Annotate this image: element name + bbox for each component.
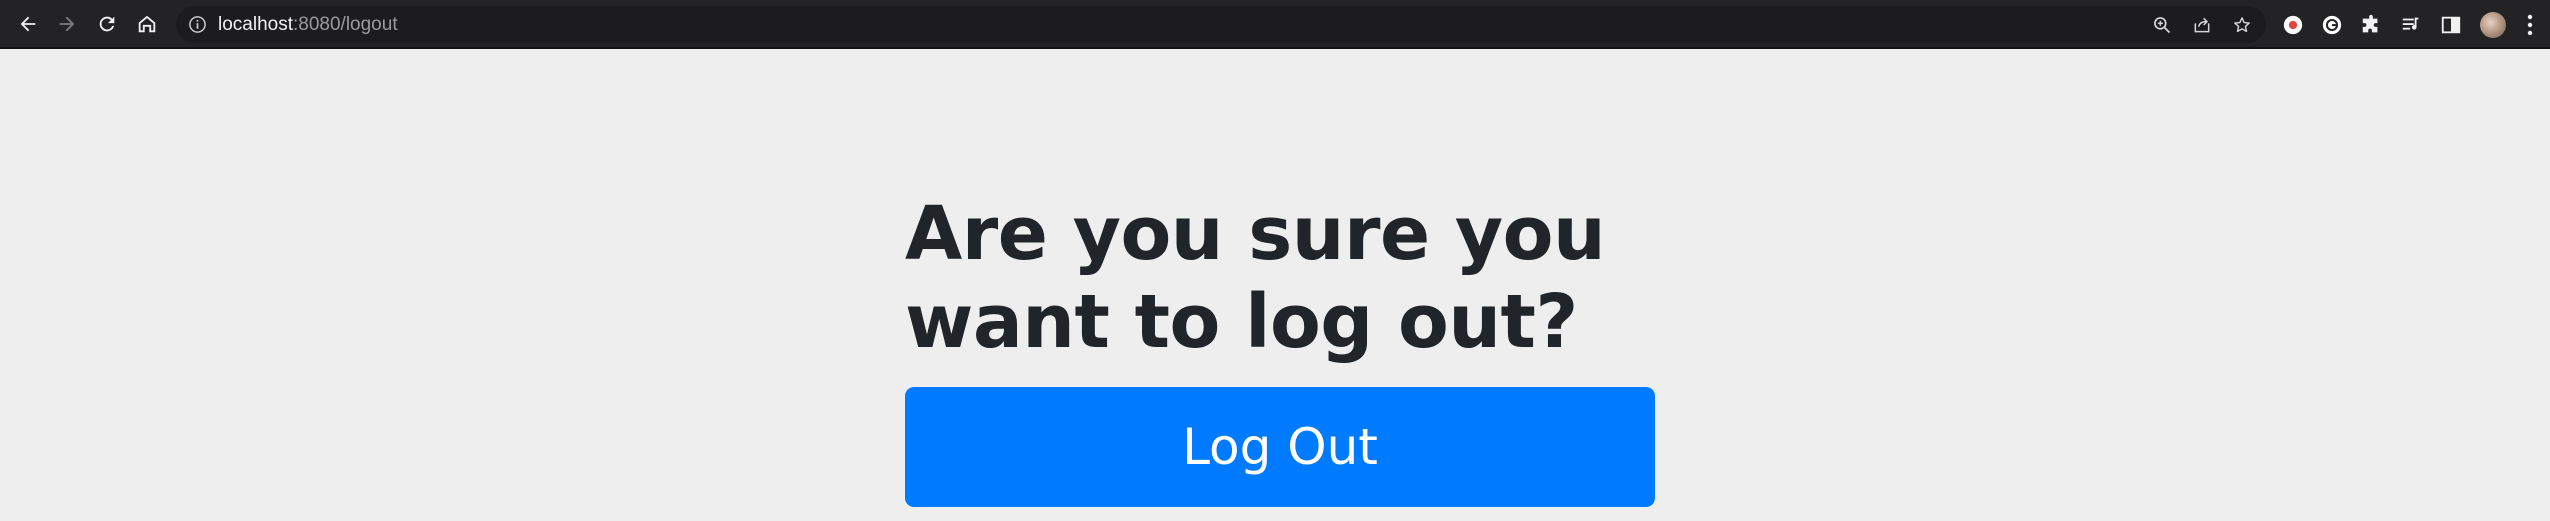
arrow-right-icon — [59, 16, 75, 32]
star-icon[interactable] — [2232, 15, 2252, 35]
browser-toolbar: localhost:8080/logout — [0, 0, 2550, 49]
home-icon — [138, 15, 156, 33]
address-bar[interactable]: localhost:8080/logout — [176, 6, 2266, 43]
info-icon[interactable] — [188, 15, 207, 34]
puzzle-icon[interactable] — [2360, 14, 2382, 36]
grammarly-extension-icon[interactable] — [2321, 14, 2343, 36]
zoom-icon[interactable] — [2152, 15, 2172, 35]
reload-button[interactable] — [87, 4, 127, 44]
share-icon[interactable] — [2192, 15, 2212, 35]
side-panel-icon[interactable] — [2440, 14, 2462, 36]
url-text[interactable]: localhost:8080/logout — [218, 14, 398, 35]
page-title: Are you sure you want to log out? — [905, 191, 1606, 365]
url-path: :8080/logout — [293, 14, 398, 35]
home-button[interactable] — [127, 4, 167, 44]
avatar[interactable] — [2480, 12, 2506, 38]
url-host: localhost — [218, 14, 293, 35]
kebab-menu-icon[interactable] — [2526, 13, 2534, 37]
reload-icon — [99, 16, 115, 32]
logout-button[interactable]: Log Out — [905, 387, 1655, 507]
logout-confirmation: Are you sure you want to log out? Log Ou… — [905, 190, 1655, 507]
media-list-icon[interactable] — [2400, 14, 2422, 36]
forward-button[interactable] — [47, 4, 87, 44]
record-extension-icon[interactable] — [2282, 14, 2304, 36]
back-button[interactable] — [8, 4, 48, 44]
arrow-left-icon — [20, 16, 36, 32]
